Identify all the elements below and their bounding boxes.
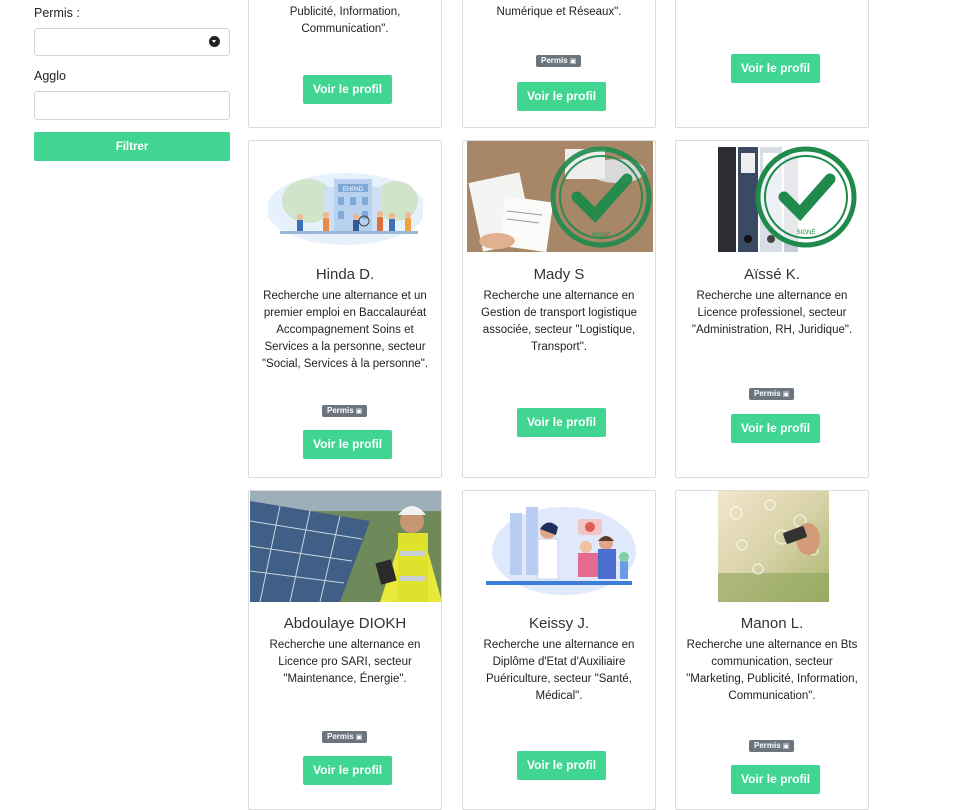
profile-card: SIGNÉ Mady S Recherche une alternance en… [462, 140, 656, 478]
view-profile-button[interactable]: Voir le profil [731, 54, 821, 83]
profile-name: Hinda D. [315, 266, 375, 283]
card-description: Recherche une alternance et un premier e… [261, 290, 429, 370]
profile-card: Abdoulaye DIOKH Recherche une alternance… [248, 490, 442, 810]
profile-card: Keissy J. Recherche une alternance en Di… [462, 490, 656, 810]
permis-badge-label: Permis [327, 406, 354, 415]
profile-name: Aïssé K. [744, 266, 800, 283]
profile-card: SIGNÉ Aïssé K. Recherche une alternance … [675, 140, 869, 478]
profile-card: Numérique et Réseaux". Permis ▣ Voir le p… [462, 0, 656, 128]
filter-button[interactable]: Filtrer [34, 132, 230, 161]
permis-badge: Permis ▣ [536, 55, 582, 67]
car-icon: ▣ [782, 391, 790, 398]
card-description: Recherche une alternance en Gestion de t… [481, 290, 637, 353]
profile-card: Voir le profil [675, 0, 869, 128]
permis-badge-label: Permis [754, 741, 781, 750]
view-profile-button[interactable]: Voir le profil [731, 765, 821, 794]
permis-select[interactable] [34, 28, 230, 56]
profile-card: EHPAD Hinda D. Recherche une alternance … [248, 140, 442, 478]
permis-badge: Permis ▣ [749, 388, 795, 400]
profile-name: Keissy J. [528, 615, 589, 632]
profile-name: Mady S [533, 266, 585, 283]
view-profile-button[interactable]: Voir le profil [303, 756, 393, 785]
permis-badge-label: Permis [754, 389, 781, 398]
profile-image: SIGNÉ [467, 141, 653, 252]
stamp-text: SIGNÉ [797, 229, 816, 236]
car-icon: ▣ [355, 734, 363, 741]
car-icon: ▣ [355, 408, 363, 415]
profile-image [482, 491, 637, 602]
profile-image [250, 491, 441, 602]
profile-image: SIGNÉ [718, 141, 867, 252]
view-profile-button[interactable]: Voir le profil [731, 414, 821, 443]
chevron-down-icon [209, 36, 220, 47]
card-description: Numérique et Réseaux". [496, 6, 622, 18]
view-profile-button[interactable]: Voir le profil [517, 751, 607, 780]
view-profile-button[interactable]: Voir le profil [517, 82, 607, 111]
agglo-input[interactable] [34, 91, 230, 120]
permis-badge: Permis ▣ [322, 405, 368, 417]
building-sign: EHPAD [343, 187, 364, 193]
stamp-text: SIGNÉ [592, 232, 611, 239]
view-profile-button[interactable]: Voir le profil [303, 75, 393, 104]
car-icon: ▣ [782, 743, 790, 750]
profile-name: Manon L. [740, 615, 804, 632]
card-description: Recherche une alternance en Licence prof… [691, 290, 853, 336]
card-description: Recherche une alternance en Diplôme d'Et… [483, 639, 635, 702]
profile-card: Manon L. Recherche une alternance en Bts… [675, 490, 869, 810]
view-profile-button[interactable]: Voir le profil [517, 408, 607, 437]
permis-badge-label: Permis [541, 56, 568, 65]
card-description: Recherche une alternance en Bts communic… [686, 639, 858, 702]
card-description: Recherche une alternance en Licence pro … [269, 639, 421, 685]
profile-image [718, 491, 829, 602]
permis-badge: Permis ▣ [749, 740, 795, 752]
agglo-label: Agglo [34, 69, 66, 83]
profile-image: EHPAD [268, 141, 423, 252]
card-description: Publicité, Information, Communication". [289, 6, 401, 35]
profile-card: Publicité, Information, Communication". … [248, 0, 442, 128]
permis-badge: Permis ▣ [322, 731, 368, 743]
car-icon: ▣ [569, 58, 577, 65]
permis-badge-label: Permis [327, 732, 354, 741]
permis-label: Permis : [34, 6, 80, 20]
profile-name: Abdoulaye DIOKH [283, 615, 407, 632]
view-profile-button[interactable]: Voir le profil [303, 430, 393, 459]
